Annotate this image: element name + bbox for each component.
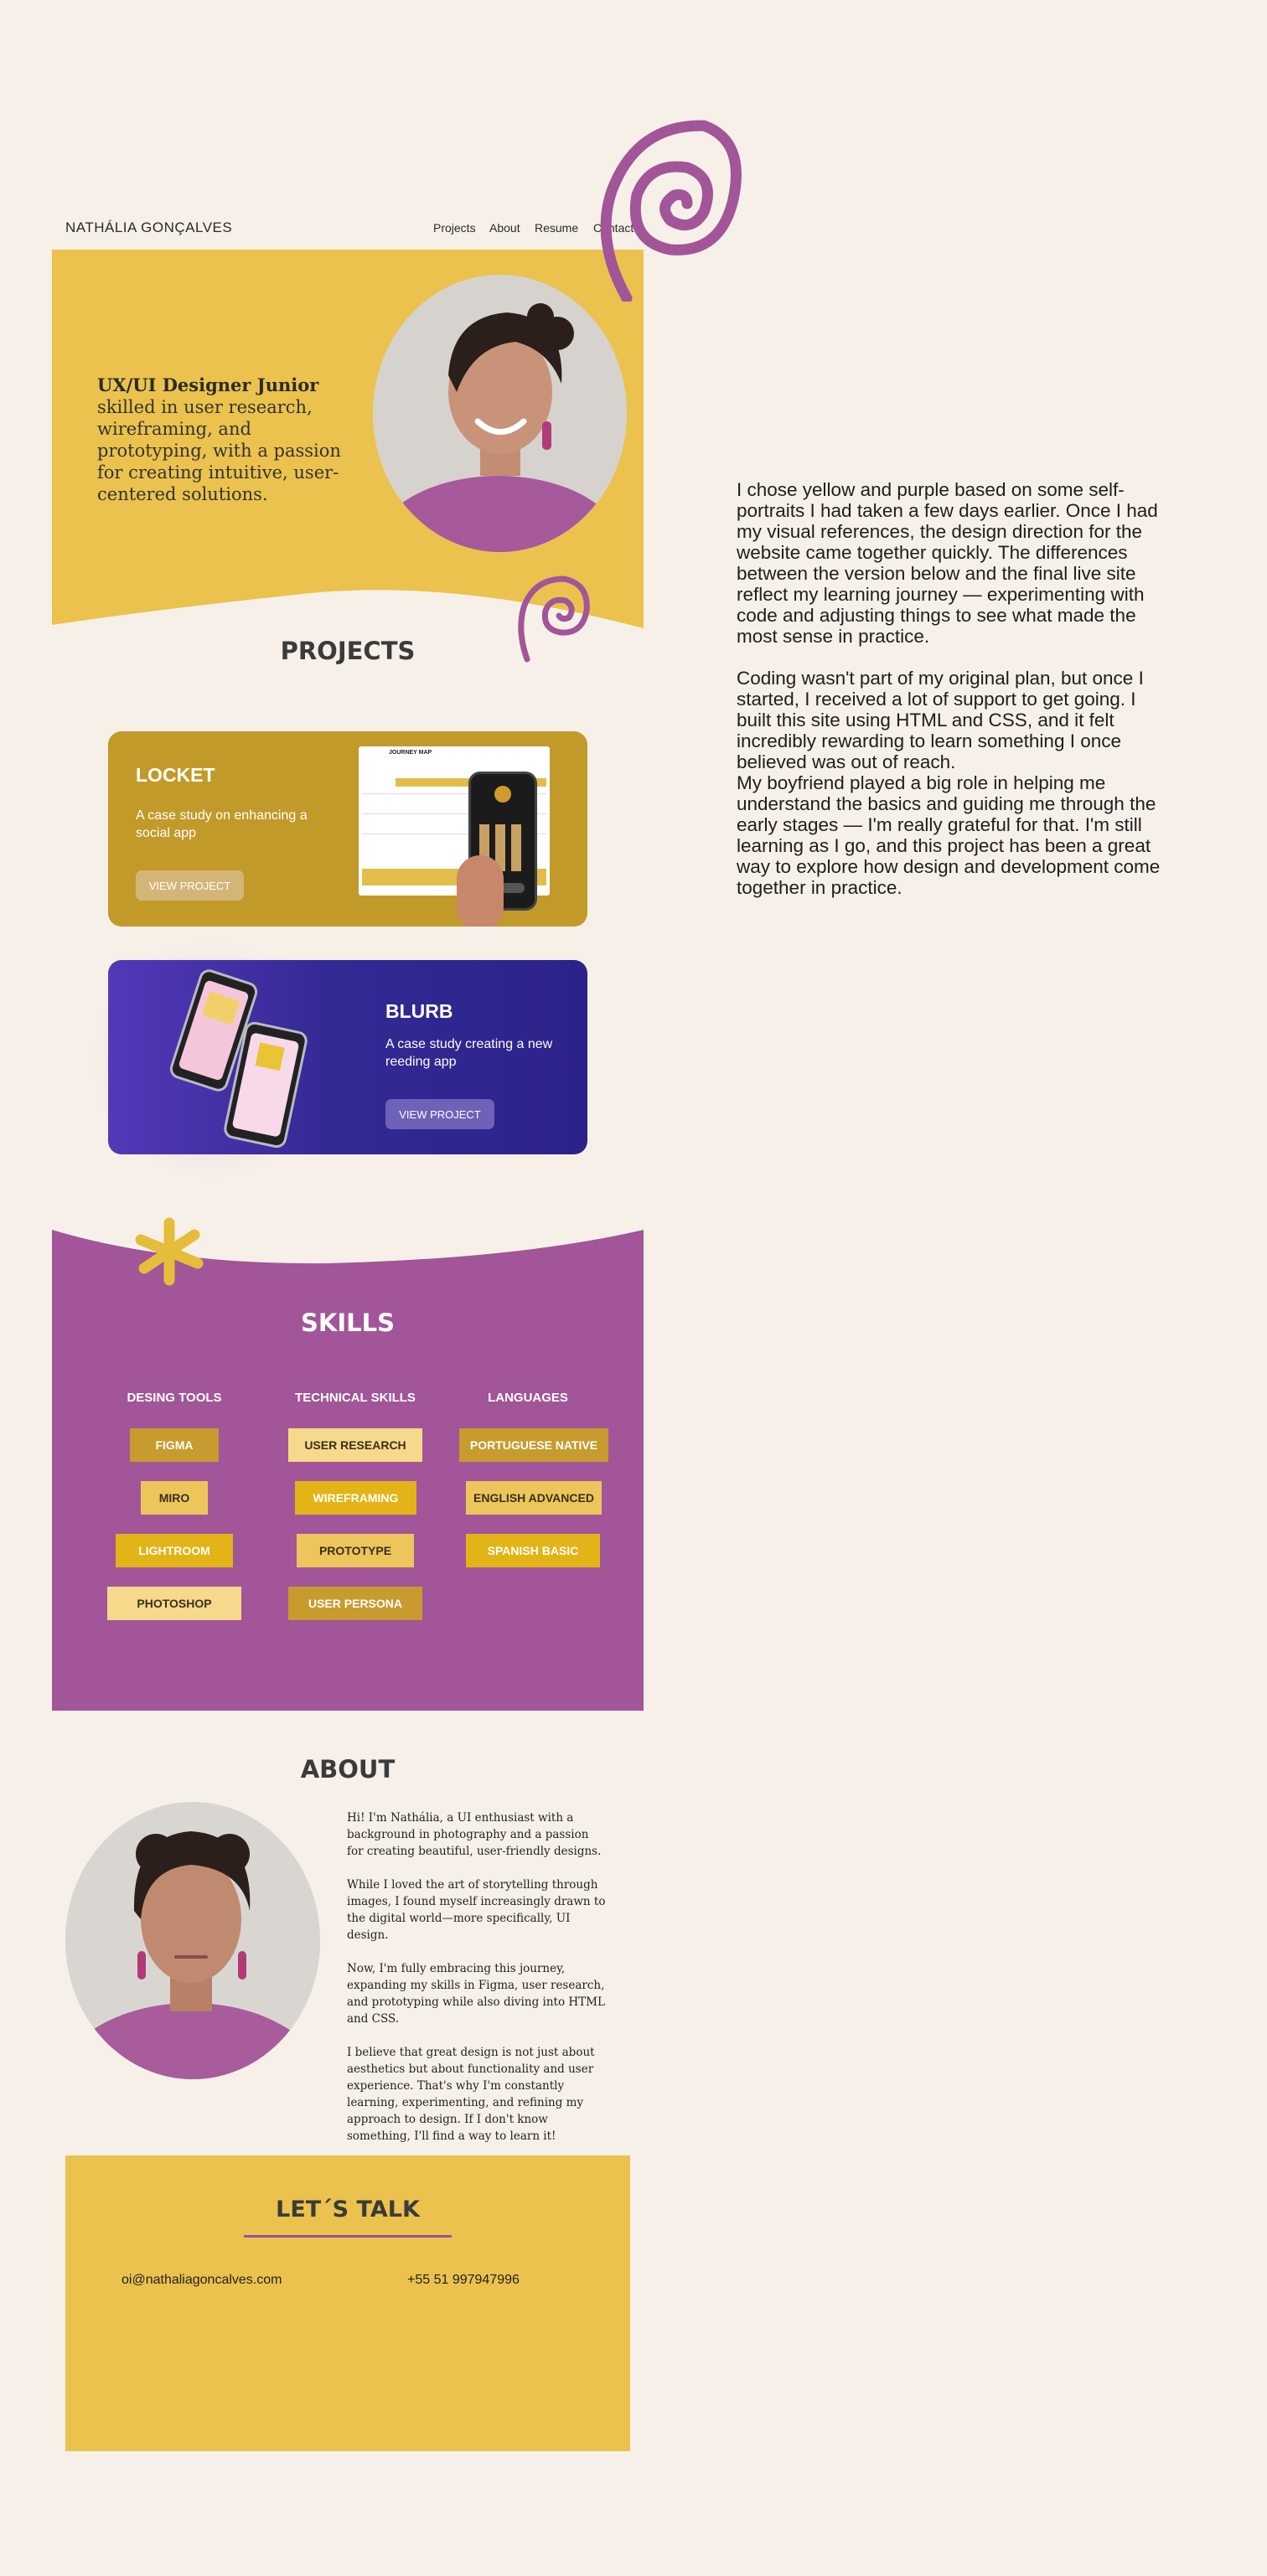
contact-underline xyxy=(244,2235,452,2238)
skill-chip[interactable]: PORTUGUESE NATIVE xyxy=(459,1428,608,1462)
reflection-paragraph: I chose yellow and purple based on some … xyxy=(737,479,1158,647)
about-text: Hi! I'm Nathália, a UI enthusiast with a… xyxy=(347,1809,607,2161)
project-title: BLURB xyxy=(385,1000,453,1022)
skill-chip[interactable]: USER PERSONA xyxy=(288,1587,422,1620)
design-reflection: I chose yellow and purple based on some … xyxy=(737,479,1168,898)
nav-projects[interactable]: Projects xyxy=(433,221,476,235)
about-paragraph: Now, I'm fully embracing this journey, e… xyxy=(347,1962,605,2026)
skill-chip[interactable]: MIRO xyxy=(141,1481,208,1515)
reflection-paragraph: Coding wasn't part of my original plan, … xyxy=(737,668,1144,772)
hero-portrait xyxy=(373,275,627,552)
skill-chip[interactable]: SPANISH BASIC xyxy=(466,1534,600,1567)
skills-column-heading: TECHNICAL SKILLS xyxy=(295,1391,416,1405)
skill-chip[interactable]: WIREFRAMING xyxy=(295,1481,416,1515)
reflection-paragraph: My boyfriend played a big role in helpin… xyxy=(737,772,1161,898)
contact-email-link[interactable]: oi@nathaliagoncalves.com xyxy=(122,2273,282,2288)
skills-column-heading: DESING TOOLS xyxy=(127,1391,222,1405)
skills-column-heading: LANGUAGES xyxy=(488,1391,568,1405)
project-card-blurb[interactable]: BLURB A case study creating a new reedin… xyxy=(108,960,587,1154)
hero-intro: UX/UI Designer Junior skilled in user re… xyxy=(97,374,364,505)
skill-chip[interactable]: USER RESEARCH xyxy=(288,1428,422,1462)
skill-chip[interactable]: PHOTOSHOP xyxy=(107,1587,241,1620)
contact-title: LET´S TALK xyxy=(276,2197,420,2222)
skill-chip[interactable]: PROTOTYPE xyxy=(297,1534,414,1567)
about-paragraph: Hi! I'm Nathália, a UI enthusiast with a… xyxy=(347,1811,602,1858)
nav-resume[interactable]: Resume xyxy=(535,221,578,235)
view-project-button[interactable]: VIEW PROJECT xyxy=(385,1099,494,1129)
projects-title: PROJECTS xyxy=(280,637,416,665)
view-project-button[interactable]: VIEW PROJECT xyxy=(136,870,244,901)
site-brand[interactable]: NATHÁLIA GONÇALVES xyxy=(65,219,232,236)
asterisk-decoration xyxy=(135,1217,204,1286)
project-title: LOCKET xyxy=(136,764,215,786)
skill-chip[interactable]: LIGHTROOM xyxy=(116,1534,233,1567)
skill-chip[interactable]: ENGLISH ADVANCED xyxy=(466,1481,602,1515)
skill-chip[interactable]: FIGMA xyxy=(130,1428,219,1462)
project-description: A case study creating a new reeding app xyxy=(385,1037,553,1069)
hero-intro-text: skilled in user research, wireframing, a… xyxy=(97,397,341,504)
project-description: A case study on enhancing a social app xyxy=(136,808,308,840)
about-title: ABOUT xyxy=(300,1755,396,1784)
about-paragraph: While I loved the art of storytelling th… xyxy=(347,1878,606,1942)
nav-about[interactable]: About xyxy=(489,221,520,235)
about-portrait xyxy=(65,1802,320,2079)
skills-background xyxy=(52,1230,644,1711)
contact-phone-link[interactable]: +55 51 997947996 xyxy=(407,2273,520,2288)
preview-title: JOURNEY MAP xyxy=(389,750,432,756)
hand-illustration xyxy=(457,855,504,927)
hero-role: UX/UI Designer Junior xyxy=(97,374,319,395)
skills-title: SKILLS xyxy=(301,1309,395,1337)
spiral-decoration-large xyxy=(600,120,742,302)
project-card-locket[interactable]: LOCKET A case study on enhancing a socia… xyxy=(108,731,587,927)
about-paragraph: I believe that great design is not just … xyxy=(347,2046,595,2143)
